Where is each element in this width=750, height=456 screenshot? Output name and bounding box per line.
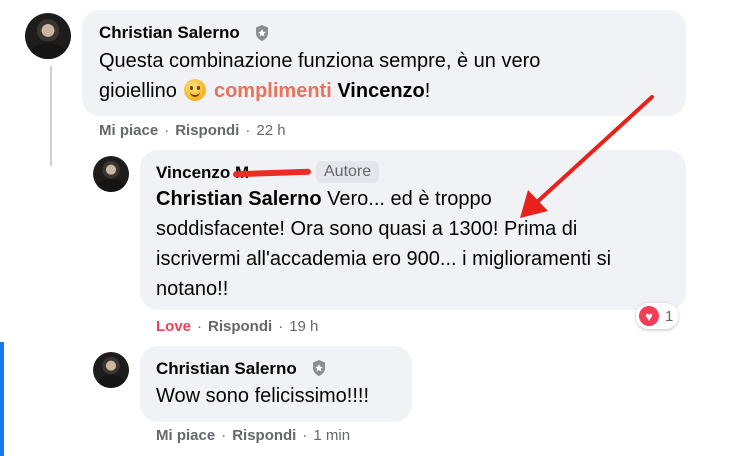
comment-actions: Mi piace · Rispondi · 22 h xyxy=(99,122,286,139)
separator: · xyxy=(164,122,170,139)
comment-text-line: notano!! xyxy=(156,278,229,300)
comment-text-line: gioiellino complimenti Vincenzo! xyxy=(99,76,540,106)
highlighted-word: complimenti xyxy=(213,80,332,102)
text-fragment: ! xyxy=(424,80,431,102)
smile-emoji-icon xyxy=(184,79,207,101)
comment-text: Questa combinazione funziona sempre, è u… xyxy=(99,46,540,106)
author-badge: Autore xyxy=(316,161,380,183)
timestamp[interactable]: 1 min xyxy=(313,427,350,444)
avatar[interactable] xyxy=(93,156,129,192)
comment-author[interactable]: Christian Salerno xyxy=(156,359,297,379)
reply-button[interactable]: Rispondi xyxy=(208,318,272,335)
comment-author[interactable]: Christian Salerno xyxy=(99,23,240,43)
comment-actions: Mi piace · Rispondi · 1 min xyxy=(156,427,350,444)
comment-text-line: Christian Salerno Vero... ed è troppo xyxy=(156,184,611,214)
like-button[interactable]: Mi piace xyxy=(156,427,215,444)
mention-link[interactable]: Vincenzo xyxy=(337,80,424,102)
shield-icon xyxy=(256,25,268,41)
comment-text-line: soddisfacente! Ora sono quasi a 1300! Pr… xyxy=(156,218,578,240)
reply-button[interactable]: Rispondi xyxy=(232,427,296,444)
separator: · xyxy=(221,427,227,444)
reaction-count: 1 xyxy=(665,307,674,325)
comment-text: Wow sono felicissimo!!!! xyxy=(156,381,369,411)
shield-icon xyxy=(313,360,325,376)
mention-link[interactable]: Christian Salerno xyxy=(156,188,322,210)
comment-actions: Love · Rispondi · 19 h xyxy=(156,318,318,335)
separator: · xyxy=(197,318,203,335)
thread-connector xyxy=(50,66,52,166)
comment-text: Christian Salerno Vero... ed è troppo so… xyxy=(156,184,611,304)
text-fragment: gioiellino xyxy=(99,80,177,102)
love-reaction-button[interactable]: Love xyxy=(156,318,191,335)
reply-button[interactable]: Rispondi xyxy=(175,122,239,139)
separator: · xyxy=(302,427,308,444)
like-button[interactable]: Mi piace xyxy=(99,122,158,139)
separator: · xyxy=(278,318,284,335)
timestamp[interactable]: 19 h xyxy=(289,318,318,335)
comment-text-line: iscrivermi all'accademia ero 900... i mi… xyxy=(156,248,612,270)
text-fragment: Vero... ed è troppo xyxy=(321,188,492,210)
focus-accent-bar xyxy=(0,342,4,456)
heart-icon: ♥ xyxy=(639,306,659,326)
avatar[interactable] xyxy=(25,13,71,59)
comment-text-line: Questa combinazione funziona sempre, è u… xyxy=(99,50,541,72)
reaction-summary[interactable]: ♥ 1 xyxy=(636,303,679,329)
avatar[interactable] xyxy=(93,352,129,388)
separator: · xyxy=(245,122,251,139)
comment-text-line: Wow sono felicissimo!!!! xyxy=(156,385,370,407)
timestamp[interactable]: 22 h xyxy=(256,122,285,139)
